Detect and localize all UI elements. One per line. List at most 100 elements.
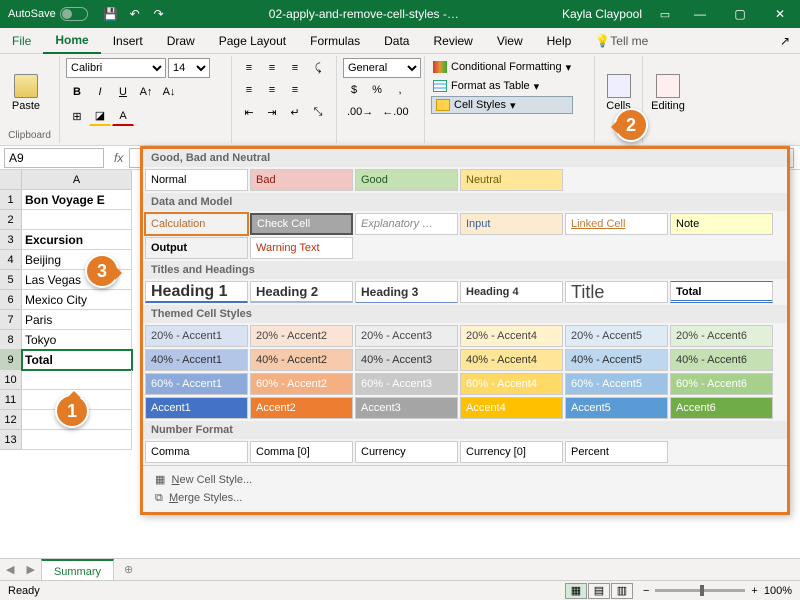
- name-box[interactable]: A9: [4, 148, 104, 168]
- style-a60-accent6[interactable]: 60% - Accent6: [670, 373, 773, 395]
- style-input[interactable]: Input: [460, 213, 563, 235]
- cell-styles-button[interactable]: Cell Styles ▾: [431, 96, 573, 114]
- cell[interactable]: Paris: [22, 310, 132, 330]
- style-heading4[interactable]: Heading 4: [460, 281, 563, 303]
- share-button[interactable]: ↗: [770, 34, 800, 48]
- decrease-indent-button[interactable]: ⇤: [238, 102, 260, 122]
- close-button[interactable]: ✕: [760, 0, 800, 28]
- style-numberformat[interactable]: Currency: [355, 441, 458, 463]
- style-heading2[interactable]: Heading 2: [250, 281, 353, 303]
- comma-button[interactable]: ,: [389, 80, 411, 100]
- style-numberformat[interactable]: Comma: [145, 441, 248, 463]
- row-header[interactable]: 5: [0, 270, 22, 290]
- style-a40-accent3[interactable]: 40% - Accent3: [355, 349, 458, 371]
- currency-button[interactable]: $: [343, 80, 365, 100]
- minimize-button[interactable]: —: [680, 0, 720, 28]
- style-a60-accent2[interactable]: 60% - Accent2: [250, 373, 353, 395]
- row-header[interactable]: 3: [0, 230, 22, 250]
- row-header[interactable]: 6: [0, 290, 22, 310]
- style-a20-accent2[interactable]: 20% - Accent2: [250, 325, 353, 347]
- zoom-out-button[interactable]: −: [643, 585, 649, 597]
- font-select[interactable]: Calibri: [66, 58, 166, 78]
- tab-data[interactable]: Data: [372, 28, 421, 54]
- tab-formulas[interactable]: Formulas: [298, 28, 372, 54]
- style-a100-accent2[interactable]: Accent2: [250, 397, 353, 419]
- style-good[interactable]: Good: [355, 169, 458, 191]
- style-a100-accent6[interactable]: Accent6: [670, 397, 773, 419]
- decrease-decimal-button[interactable]: ←.00: [378, 102, 412, 122]
- view-normal[interactable]: ▦: [565, 583, 587, 599]
- style-a20-accent4[interactable]: 20% - Accent4: [460, 325, 563, 347]
- cell[interactable]: Mexico City: [22, 290, 132, 310]
- number-format-select[interactable]: General: [343, 58, 421, 78]
- style-check-cell[interactable]: Check Cell: [250, 213, 353, 235]
- align-top-button[interactable]: ≡: [238, 58, 260, 78]
- borders-button[interactable]: ⊞: [66, 106, 88, 126]
- tab-review[interactable]: Review: [421, 28, 484, 54]
- style-a40-accent1[interactable]: 40% - Accent1: [145, 349, 248, 371]
- zoom-in-button[interactable]: +: [751, 585, 757, 597]
- cell[interactable]: [22, 430, 132, 450]
- fx-icon[interactable]: fx: [108, 151, 129, 165]
- italic-button[interactable]: I: [89, 82, 111, 102]
- style-a60-accent3[interactable]: 60% - Accent3: [355, 373, 458, 395]
- select-all-corner[interactable]: [0, 170, 22, 190]
- style-linked-cell[interactable]: Linked Cell: [565, 213, 668, 235]
- autosave-toggle[interactable]: AutoSave: [0, 7, 96, 21]
- merge-styles[interactable]: ⧉ Merge Styles...: [143, 489, 787, 508]
- sheet-nav-prev[interactable]: ◀: [0, 563, 20, 576]
- view-page-layout[interactable]: ▤: [588, 583, 610, 599]
- style-a40-accent5[interactable]: 40% - Accent5: [565, 349, 668, 371]
- redo-icon[interactable]: ↷: [150, 5, 168, 23]
- style-a20-accent1[interactable]: 20% - Accent1: [145, 325, 248, 347]
- style-a40-accent6[interactable]: 40% - Accent6: [670, 349, 773, 371]
- conditional-formatting-button[interactable]: Conditional Formatting ▾: [431, 58, 573, 76]
- add-sheet-button[interactable]: ⊕: [114, 563, 143, 576]
- style-a100-accent4[interactable]: Accent4: [460, 397, 563, 419]
- user-name[interactable]: Kayla Claypool: [554, 7, 650, 21]
- font-color-button[interactable]: A: [112, 106, 134, 126]
- zoom-level[interactable]: 100%: [764, 585, 792, 597]
- merge-button[interactable]: ⤡: [307, 102, 329, 122]
- style-a60-accent4[interactable]: 60% - Accent4: [460, 373, 563, 395]
- orientation-button[interactable]: ⤹: [307, 58, 329, 78]
- zoom-slider[interactable]: [655, 589, 745, 592]
- style-a20-accent6[interactable]: 20% - Accent6: [670, 325, 773, 347]
- style-a20-accent5[interactable]: 20% - Accent5: [565, 325, 668, 347]
- maximize-button[interactable]: ▢: [720, 0, 760, 28]
- new-cell-style[interactable]: ▦ New Cell Style...: [143, 470, 787, 489]
- style-calculation[interactable]: Calculation: [145, 213, 248, 235]
- tab-draw[interactable]: Draw: [155, 28, 207, 54]
- style-a100-accent5[interactable]: Accent5: [565, 397, 668, 419]
- style-warning-text[interactable]: Warning Text: [250, 237, 353, 259]
- style-a100-accent1[interactable]: Accent1: [145, 397, 248, 419]
- increase-indent-button[interactable]: ⇥: [261, 102, 283, 122]
- row-header[interactable]: 10: [0, 370, 22, 390]
- tab-file[interactable]: File: [0, 28, 43, 54]
- align-left-button[interactable]: ≡: [238, 80, 260, 100]
- style-a40-accent4[interactable]: 40% - Accent4: [460, 349, 563, 371]
- fill-color-button[interactable]: ◪: [89, 106, 111, 126]
- increase-decimal-button[interactable]: .00→: [343, 102, 377, 122]
- underline-button[interactable]: U: [112, 82, 134, 102]
- style-neutral[interactable]: Neutral: [460, 169, 563, 191]
- cell[interactable]: [22, 210, 132, 230]
- align-right-button[interactable]: ≡: [284, 80, 306, 100]
- tab-view[interactable]: View: [485, 28, 535, 54]
- style-numberformat[interactable]: Percent: [565, 441, 668, 463]
- cell[interactable]: Bon Voyage E: [22, 190, 132, 210]
- style-bad[interactable]: Bad: [250, 169, 353, 191]
- style-heading1[interactable]: Heading 1: [145, 281, 248, 303]
- row-header[interactable]: 4: [0, 250, 22, 270]
- undo-icon[interactable]: ↶: [126, 5, 144, 23]
- paste-button[interactable]: Paste: [6, 58, 46, 128]
- percent-button[interactable]: %: [366, 80, 388, 100]
- row-header[interactable]: 8: [0, 330, 22, 350]
- style-explanatory[interactable]: Explanatory …: [355, 213, 458, 235]
- style-a100-accent3[interactable]: Accent3: [355, 397, 458, 419]
- sheet-tab-summary[interactable]: Summary: [41, 559, 114, 581]
- tab-home[interactable]: Home: [43, 28, 100, 54]
- save-icon[interactable]: 💾: [102, 5, 120, 23]
- cell[interactable]: Tokyo: [22, 330, 132, 350]
- format-as-table-button[interactable]: Format as Table ▾: [431, 77, 573, 95]
